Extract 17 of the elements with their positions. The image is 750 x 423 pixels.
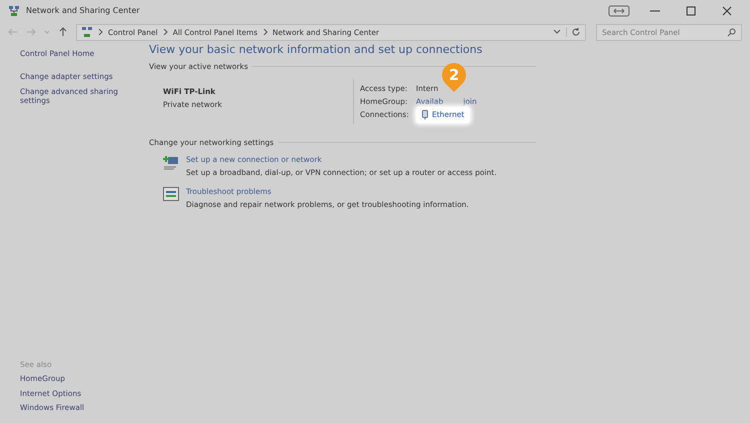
page-heading: View your basic network information and set up connections: [149, 43, 484, 56]
chevron-right-icon: [162, 29, 168, 35]
maximize-icon[interactable]: [686, 6, 696, 16]
close-icon[interactable]: [722, 6, 732, 16]
network-setup-icon: [163, 155, 179, 171]
chevron-down-icon[interactable]: [553, 29, 561, 35]
ethernet-icon: [422, 110, 428, 120]
resize-icon: [608, 4, 630, 16]
refresh-icon[interactable]: [566, 27, 581, 37]
network-icon: [81, 26, 93, 38]
chevron-right-icon: [262, 29, 268, 35]
search-icon: [727, 28, 736, 36]
network-icon: [8, 4, 20, 16]
chevron-right-icon: [98, 29, 103, 35]
up-icon[interactable]: [58, 27, 68, 37]
window-title: Network and Sharing Center: [26, 6, 140, 15]
troubleshoot-icon: [163, 187, 179, 201]
